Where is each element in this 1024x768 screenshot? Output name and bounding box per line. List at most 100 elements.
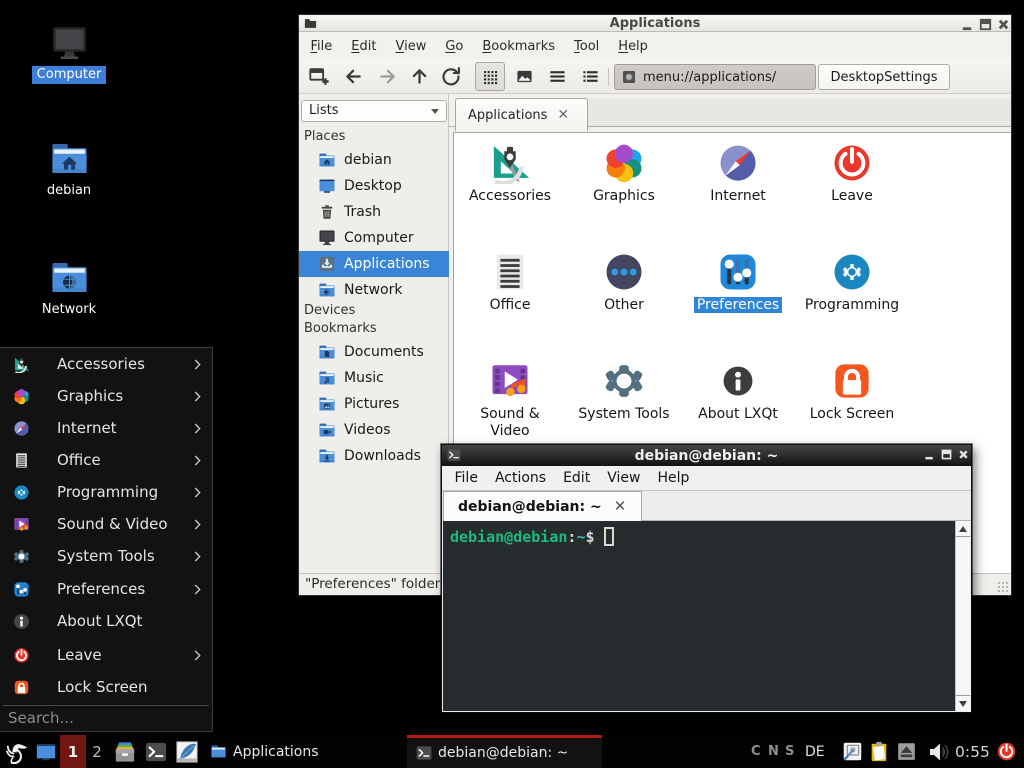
tab-close-icon[interactable]: ✕ xyxy=(614,499,627,514)
app-item-system-tools[interactable]: System Tools xyxy=(567,360,681,423)
desktop-icon-debian[interactable]: debian xyxy=(27,138,111,200)
fm-menu-view[interactable]: View xyxy=(386,35,436,58)
sidebar-item-network[interactable]: Network xyxy=(299,277,449,303)
detailed-view-button[interactable] xyxy=(578,64,602,88)
leave-button[interactable] xyxy=(996,735,1017,768)
desktop-icon-computer[interactable]: Computer xyxy=(27,24,111,84)
menu-item-internet[interactable]: Internet xyxy=(0,412,211,444)
scroll-up-icon[interactable] xyxy=(956,521,970,537)
tray-volume[interactable] xyxy=(926,735,950,768)
fm-menu-go[interactable]: Go xyxy=(436,35,473,58)
sidebar-item-pictures[interactable]: Pictures xyxy=(299,391,449,417)
terminal-tab[interactable]: debian@debian: ~ ✕ xyxy=(443,491,642,521)
sidebar-item-computer[interactable]: Computer xyxy=(299,225,449,251)
forward-button[interactable] xyxy=(375,64,399,88)
sidebar-item-desktop[interactable]: Desktop xyxy=(299,173,449,199)
quicklaunch-file-manager[interactable] xyxy=(114,735,136,768)
app-item-graphics[interactable]: Graphics xyxy=(567,142,681,205)
menu-item-office[interactable]: Office xyxy=(0,444,211,476)
menu-item-accessories[interactable]: Accessories xyxy=(0,348,211,380)
terminal-menu-file[interactable]: File xyxy=(446,468,486,488)
close-button[interactable] xyxy=(956,447,971,462)
new-tab-button[interactable] xyxy=(307,64,331,88)
menu-item-system-tools[interactable]: System Tools xyxy=(0,540,211,572)
menu-item-leave[interactable]: Leave xyxy=(0,639,211,671)
sidebar-item-music[interactable]: Music xyxy=(299,365,449,391)
fm-tab-applications[interactable]: Applications ✕ xyxy=(455,98,588,131)
menu-item-about-lxqt[interactable]: About LXQt xyxy=(0,605,211,637)
sidebar-item-documents[interactable]: Documents xyxy=(299,339,449,365)
tray-removable-media[interactable] xyxy=(896,735,917,768)
app-item-leave[interactable]: Leave xyxy=(795,142,909,205)
desktop-icon-network[interactable]: Network xyxy=(27,257,111,319)
menu-item-lock-screen[interactable]: Lock Screen xyxy=(0,671,211,703)
terminal-menu-view[interactable]: View xyxy=(599,468,649,488)
maximize-button[interactable] xyxy=(977,16,993,32)
terminal-screen[interactable]: debian@debian:~$ xyxy=(443,521,955,711)
folder-network-icon xyxy=(49,257,90,298)
tray-clipboard[interactable] xyxy=(868,735,890,768)
task-button-terminal[interactable]: debian@debian: ~ xyxy=(407,735,602,768)
sidebar-item-downloads[interactable]: Downloads xyxy=(299,443,449,469)
fm-menu-help[interactable]: Help xyxy=(609,35,658,58)
back-button[interactable] xyxy=(341,64,365,88)
app-item-office[interactable]: Office xyxy=(453,251,567,314)
office-icon xyxy=(13,452,30,469)
sidebar-mode-combobox[interactable]: Lists xyxy=(301,100,447,122)
resize-grip[interactable] xyxy=(997,581,1009,593)
path-segment-applications[interactable]: menu://applications/ xyxy=(614,64,816,90)
menu-item-graphics[interactable]: Graphics xyxy=(0,380,211,412)
terminal-scrollbar[interactable] xyxy=(955,521,970,711)
app-item-preferences[interactable]: Preferences xyxy=(681,251,795,314)
app-item-lock-screen[interactable]: Lock Screen xyxy=(795,360,909,423)
app-item-accessories[interactable]: Accessories xyxy=(453,142,567,205)
toolbar-separator xyxy=(608,68,609,86)
app-item-about-lxqt[interactable]: About LXQt xyxy=(681,360,795,423)
path-button-desktopsettings[interactable]: DesktopSettings xyxy=(818,64,950,90)
minimize-button[interactable] xyxy=(922,447,937,462)
app-item-other[interactable]: Other xyxy=(567,251,681,314)
task-button-applications[interactable]: Applications xyxy=(210,735,319,768)
app-item-sound-video[interactable]: Sound & Video xyxy=(453,360,567,440)
taskbar-clock[interactable]: 0:55 xyxy=(955,735,990,768)
app-item-internet[interactable]: Internet xyxy=(681,142,795,205)
icon-view-button[interactable] xyxy=(475,62,505,91)
scroll-down-icon[interactable] xyxy=(956,695,970,711)
minimize-button[interactable] xyxy=(959,16,975,32)
menu-item-programming[interactable]: Programming xyxy=(0,476,211,508)
close-button[interactable] xyxy=(995,16,1011,32)
menu-item-sound-video[interactable]: Sound & Video xyxy=(0,508,211,540)
thumbnail-view-button[interactable] xyxy=(512,64,536,88)
workspace-1-button[interactable]: 1 xyxy=(60,735,86,768)
terminal-menu-help[interactable]: Help xyxy=(649,468,698,488)
sidebar-item-debian[interactable]: debian xyxy=(299,147,449,173)
keyboard-layout-indicator[interactable]: DE xyxy=(805,735,825,768)
maximize-button[interactable] xyxy=(939,447,954,462)
terminal-menu-edit[interactable]: Edit xyxy=(555,468,599,488)
quicklaunch-featherpad[interactable] xyxy=(176,735,198,768)
fm-titlebar[interactable]: Applications xyxy=(299,15,1011,32)
internet-icon xyxy=(13,420,30,437)
workspace-2-button[interactable]: 2 xyxy=(88,735,106,768)
app-item-programming[interactable]: Programming xyxy=(795,251,909,314)
menu-search-input[interactable]: Search... xyxy=(8,709,74,727)
compact-view-button[interactable] xyxy=(545,64,569,88)
quicklaunch-terminal[interactable] xyxy=(145,735,167,768)
terminal-menu-actions[interactable]: Actions xyxy=(486,468,554,488)
reload-button[interactable] xyxy=(439,64,463,88)
tray-screenshot[interactable] xyxy=(842,735,863,768)
fm-menu-tool[interactable]: Tool xyxy=(565,35,609,58)
show-desktop-button[interactable] xyxy=(35,735,57,768)
menu-item-preferences[interactable]: Preferences xyxy=(0,573,211,605)
terminal-titlebar[interactable]: debian@debian: ~ xyxy=(442,445,971,466)
tab-close-icon[interactable]: ✕ xyxy=(557,108,569,122)
fm-menu-file[interactable]: File xyxy=(301,35,342,58)
graphics-icon xyxy=(13,388,30,405)
sidebar-item-applications[interactable]: Applications xyxy=(299,251,449,277)
up-button[interactable] xyxy=(407,64,431,88)
fm-menu-edit[interactable]: Edit xyxy=(342,35,386,58)
app-menu-button[interactable] xyxy=(4,735,28,768)
fm-menu-bookmarks[interactable]: Bookmarks xyxy=(473,35,565,58)
sidebar-item-trash[interactable]: Trash xyxy=(299,199,449,225)
sidebar-item-videos[interactable]: Videos xyxy=(299,417,449,443)
